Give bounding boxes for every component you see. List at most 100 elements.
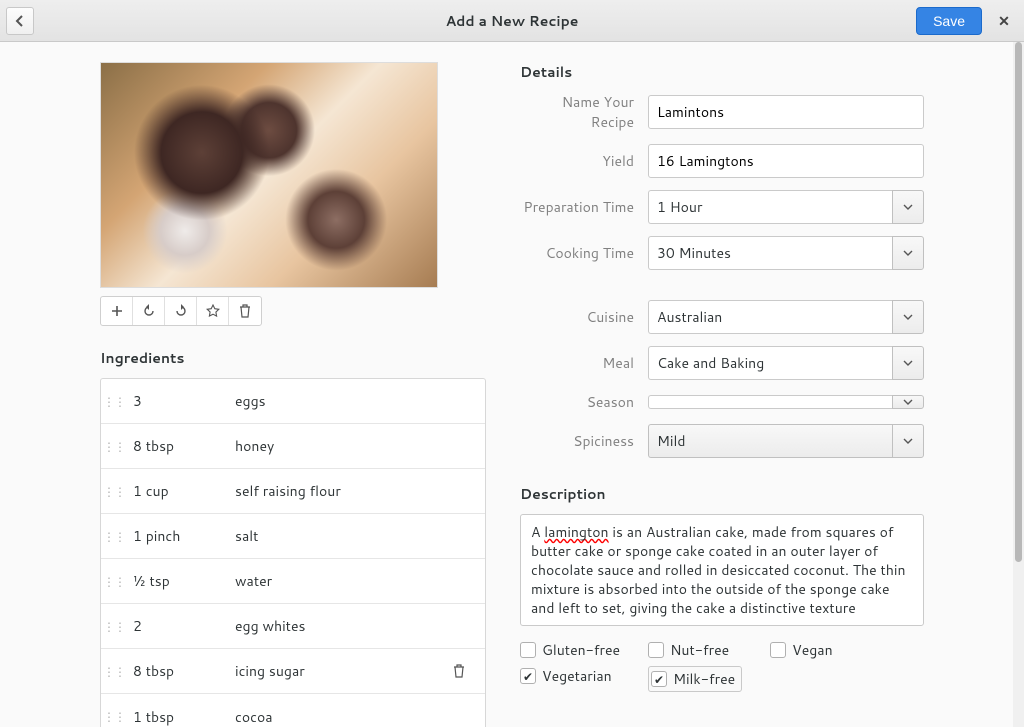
cuisine-value: Australian <box>648 300 892 334</box>
milk-free-label: Milk-free <box>673 669 735 689</box>
name-label: Name Your Recipe <box>520 92 648 132</box>
ingredient-amount: ½ tsp <box>127 571 235 591</box>
image-toolbar <box>100 296 262 326</box>
chevron-left-icon <box>15 15 25 27</box>
recipe-image[interactable] <box>100 62 438 288</box>
scrollbar-thumb[interactable] <box>1015 42 1022 562</box>
season-value <box>648 395 892 409</box>
drag-handle-icon[interactable]: ⋮⋮ <box>101 393 127 410</box>
cook-time-label: Cooking Time <box>520 243 648 263</box>
save-button[interactable]: Save <box>916 7 982 35</box>
cook-time-dropdown-button[interactable] <box>892 236 924 270</box>
content-area: Ingredients ⋮⋮3eggs⋮⋮8 tbsphoney⋮⋮1 cups… <box>0 42 1024 727</box>
prep-time-label: Preparation Time <box>520 197 648 217</box>
ingredient-amount: 1 tbsp <box>127 707 235 727</box>
details-heading: Details <box>520 62 924 82</box>
delete-ingredient-button[interactable] <box>453 664 477 678</box>
details-form: Name Your Recipe Yield Preparation Time … <box>520 92 924 458</box>
ingredients-heading: Ingredients <box>100 348 486 368</box>
cuisine-dropdown-button[interactable] <box>892 300 924 334</box>
spiciness-dropdown-button[interactable] <box>892 424 924 458</box>
description-textarea[interactable]: A lamington is an Australian cake, made … <box>520 514 924 626</box>
caret-down-icon <box>903 360 913 366</box>
season-dropdown-button[interactable] <box>892 395 924 409</box>
rotate-right-icon <box>174 304 188 318</box>
vegan-label: Vegan <box>792 640 833 660</box>
plus-icon <box>111 305 123 317</box>
ingredient-row[interactable]: ⋮⋮2egg whites <box>101 604 485 649</box>
spiciness-combo[interactable]: Mild <box>648 424 924 458</box>
ingredient-amount: 8 tbsp <box>127 661 235 681</box>
season-label: Season <box>520 392 648 412</box>
window-title: Add a New Recipe <box>0 11 1024 31</box>
prep-time-combo[interactable]: 1 Hour <box>648 190 924 224</box>
ingredient-name: salt <box>235 526 453 546</box>
ingredient-amount: 2 <box>127 616 235 636</box>
rotate-right-button[interactable] <box>165 297 197 325</box>
star-icon <box>206 304 220 318</box>
ingredient-row[interactable]: ⋮⋮8 tbsphoney <box>101 424 485 469</box>
meal-label: Meal <box>520 353 648 373</box>
meal-dropdown-button[interactable] <box>892 346 924 380</box>
ingredient-name: icing sugar <box>235 661 453 681</box>
add-image-button[interactable] <box>101 297 133 325</box>
ingredient-row[interactable]: ⋮⋮1 tbspcocoa <box>101 694 485 727</box>
headerbar: Add a New Recipe Save ✕ <box>0 0 1024 42</box>
ingredient-name: honey <box>235 436 453 456</box>
ingredient-row[interactable]: ⋮⋮½ tspwater <box>101 559 485 604</box>
description-heading: Description <box>520 484 924 504</box>
ingredient-row[interactable]: ⋮⋮8 tbspicing sugar <box>101 649 485 694</box>
drag-handle-icon[interactable]: ⋮⋮ <box>101 438 127 455</box>
milk-free-checkbox[interactable]: Milk-free <box>648 666 742 692</box>
caret-down-icon <box>903 399 913 405</box>
caret-down-icon <box>903 314 913 320</box>
drag-handle-icon[interactable]: ⋮⋮ <box>101 663 127 680</box>
delete-image-button[interactable] <box>229 297 261 325</box>
ingredient-name: water <box>235 571 453 591</box>
meal-value: Cake and Baking <box>648 346 892 380</box>
prep-time-dropdown-button[interactable] <box>892 190 924 224</box>
ingredient-amount: 3 <box>127 391 235 411</box>
caret-down-icon <box>903 204 913 210</box>
vegetarian-checkbox[interactable]: Vegetarian <box>520 666 620 686</box>
vegan-checkbox[interactable]: Vegan <box>770 640 833 660</box>
yield-input[interactable] <box>648 144 924 178</box>
drag-handle-icon[interactable]: ⋮⋮ <box>101 528 127 545</box>
gluten-free-checkbox[interactable]: Gluten-free <box>520 640 620 660</box>
caret-down-icon <box>903 250 913 256</box>
cook-time-combo[interactable]: 30 Minutes <box>648 236 924 270</box>
ingredient-row[interactable]: ⋮⋮1 cupself raising flour <box>101 469 485 514</box>
season-combo[interactable] <box>648 395 924 409</box>
trash-icon <box>239 304 251 318</box>
cuisine-label: Cuisine <box>520 307 648 327</box>
description-text-prefix: A <box>531 522 544 542</box>
nut-free-label: Nut-free <box>670 640 729 660</box>
gluten-free-label: Gluten-free <box>542 640 620 660</box>
drag-handle-icon[interactable]: ⋮⋮ <box>101 618 127 635</box>
description-text-misspelled: lamington <box>544 522 608 542</box>
ingredient-name: self raising flour <box>235 481 453 501</box>
name-input[interactable] <box>648 95 924 129</box>
diet-options: Gluten-free Vegetarian Nut-free Milk-fre… <box>520 640 924 692</box>
close-button[interactable]: ✕ <box>990 7 1018 35</box>
drag-handle-icon[interactable]: ⋮⋮ <box>101 483 127 500</box>
cook-time-value: 30 Minutes <box>648 236 892 270</box>
back-button[interactable] <box>6 7 34 35</box>
rotate-left-icon <box>142 304 156 318</box>
meal-combo[interactable]: Cake and Baking <box>648 346 924 380</box>
drag-handle-icon[interactable]: ⋮⋮ <box>101 573 127 590</box>
ingredients-list: ⋮⋮3eggs⋮⋮8 tbsphoney⋮⋮1 cupself raising … <box>100 378 486 727</box>
ingredient-amount: 8 tbsp <box>127 436 235 456</box>
nut-free-checkbox[interactable]: Nut-free <box>648 640 742 660</box>
set-default-image-button[interactable] <box>197 297 229 325</box>
yield-label: Yield <box>520 151 648 171</box>
scrollbar[interactable] <box>1013 42 1024 727</box>
drag-handle-icon[interactable]: ⋮⋮ <box>101 708 127 725</box>
rotate-left-button[interactable] <box>133 297 165 325</box>
cuisine-combo[interactable]: Australian <box>648 300 924 334</box>
ingredient-row[interactable]: ⋮⋮3eggs <box>101 379 485 424</box>
ingredient-name: egg whites <box>235 616 453 636</box>
caret-down-icon <box>903 438 913 444</box>
spiciness-label: Spiciness <box>520 431 648 451</box>
ingredient-row[interactable]: ⋮⋮1 pinchsalt <box>101 514 485 559</box>
